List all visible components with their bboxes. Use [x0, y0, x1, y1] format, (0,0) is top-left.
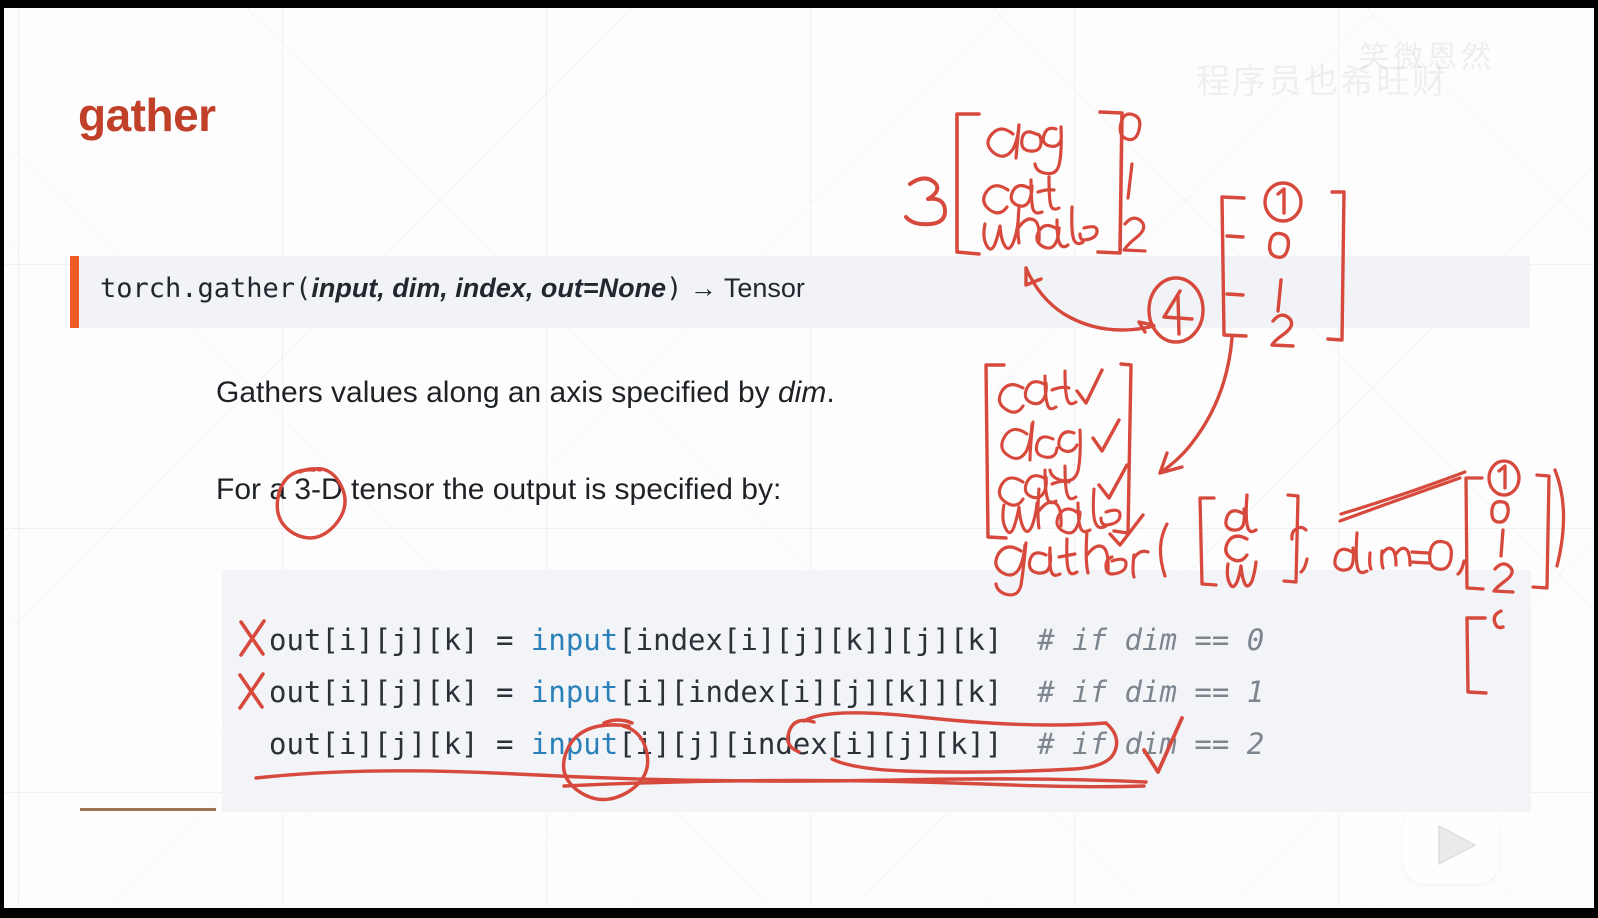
ink-checkmarks-output [1075, 368, 1145, 547]
signature-text: torch.gather(input, dim, index, out=None… [100, 273, 805, 304]
ink-count-3 [904, 176, 948, 227]
ink-long-arrow-to-output [1158, 336, 1234, 475]
letterbox-right [1594, 0, 1598, 918]
letterbox-bottom [0, 908, 1598, 918]
code2-comment: # if dim == 1 [1037, 675, 1265, 709]
page-title: gather [78, 89, 216, 141]
para2-before: For a 3-D tensor the output is specified… [216, 473, 782, 506]
code1-lhs: out[i][j][k] = [269, 623, 531, 657]
para1-after: . [826, 376, 835, 409]
code3-keyword: input [530, 727, 619, 761]
bottom-left-rule [80, 808, 216, 811]
ink-input-vector-indices [1118, 112, 1147, 253]
para1-before: Gathers values along an axis specified b… [216, 376, 778, 409]
code1-rhs: [index[i][j][k]][j][k] [618, 623, 1003, 657]
code1-keyword: input [530, 623, 619, 657]
signature-args: input, dim, index, out=None [311, 273, 667, 303]
code-line-dim2: out[i][j][k] = input[i][j][index[i][j][k… [269, 727, 1264, 761]
signature-suffix: ) [666, 273, 683, 304]
signature-arrow: → [682, 273, 724, 303]
ink-output-vector-words [997, 369, 1122, 535]
ink-input-vector-bracket [955, 110, 1124, 256]
code3-comment: # if dim == 2 [1037, 727, 1265, 761]
ink-diagonal-slash [1290, 470, 1467, 541]
code2-lhs: out[i][j][k] = [269, 675, 531, 709]
code-line-dim0: out[i][j][k] = input[index[i][j][k]][j][… [269, 623, 1264, 657]
letterbox-left [0, 0, 4, 918]
code3-lhs: out[i][j][k] = [269, 727, 531, 761]
ink-output-vector-bracket [984, 362, 1133, 540]
para1-emphasis: dim [778, 376, 827, 409]
ink-input-vector-words [982, 123, 1099, 251]
code2-rhs: [i][index[i][j][k]][k] [618, 675, 1003, 709]
watermark-text-secondary: 笑微恩然 [1359, 40, 1495, 75]
code-line-dim1: out[i][j][k] = input[i][index[i][j][k]][… [269, 675, 1264, 709]
description-paragraph-2: For a 3-D tensor the output is specified… [216, 473, 781, 507]
signature-accent-bar [70, 256, 79, 328]
signature-return-type: Tensor [723, 273, 805, 303]
function-signature-block: torch.gather(input, dim, index, out=None… [70, 256, 1530, 328]
signature-prefix: torch.gather( [100, 273, 312, 304]
slide-canvas: 程序员也希旺财 笑微恩然 gather torch.gather(input, … [4, 8, 1594, 908]
letterbox-top [0, 0, 1598, 8]
code1-comment: # if dim == 0 [1037, 623, 1265, 657]
code-block: out[i][j][k] = input[index[i][j][k]][j][… [222, 570, 1531, 812]
code3-rhs: [i][j][index[i][j][k]] [618, 727, 1003, 761]
video-frame: 程序员也希旺财 笑微恩然 gather torch.gather(input, … [0, 0, 1598, 918]
description-paragraph-1: Gathers values along an axis specified b… [216, 376, 835, 410]
code2-keyword: input [530, 675, 619, 709]
ink-dim-argument [1299, 531, 1466, 576]
